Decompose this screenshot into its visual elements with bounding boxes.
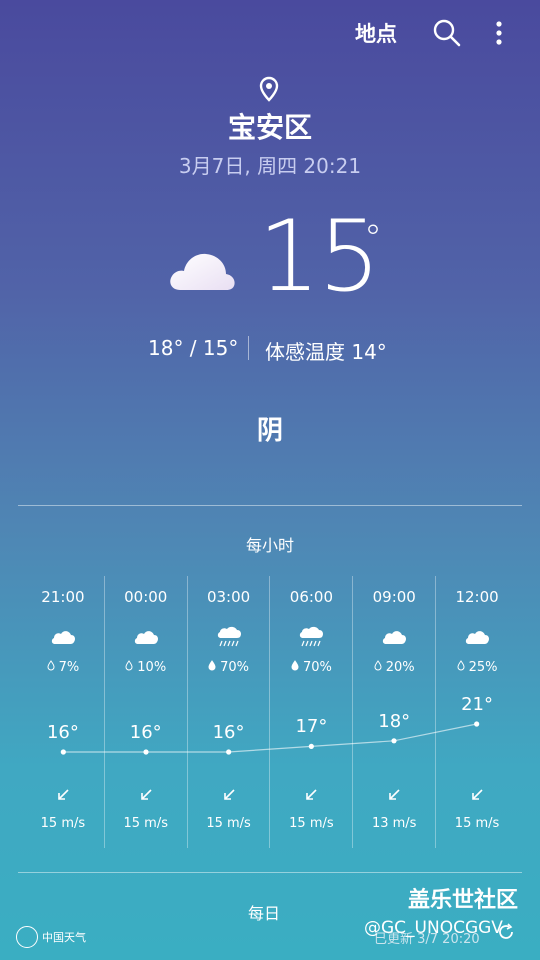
hour-temperature: 18° — [378, 710, 411, 732]
raindrop-icon — [457, 660, 465, 671]
location-pin-icon — [259, 76, 279, 102]
more-options-icon[interactable] — [488, 18, 510, 48]
weather-provider-logo: 中国天气 — [16, 926, 86, 948]
wind-speed: 15 m/s — [123, 816, 168, 831]
cloudy-icon — [464, 626, 490, 648]
hourly-title: 每小时 — [245, 536, 294, 555]
hour-time: 06:00 — [289, 588, 334, 606]
date-time: 3月7日, 周四 20:21 — [178, 154, 362, 178]
divider — [248, 336, 249, 360]
precipitation: 70% — [188, 660, 270, 675]
feels-like-temperature: 体感温度 14° — [265, 340, 387, 364]
hour-time: 03:00 — [206, 588, 251, 606]
hour-time: 00:00 — [124, 588, 168, 606]
wind-direction-icon — [58, 789, 69, 800]
daily-title: 每日 — [248, 904, 281, 923]
wind-direction-icon — [140, 789, 152, 800]
cloudy-icon — [381, 626, 407, 648]
precipitation: 20% — [353, 660, 435, 675]
hour-time: 21:00 — [41, 588, 85, 606]
precip-value: 10% — [137, 660, 167, 675]
refresh-icon[interactable] — [496, 922, 516, 942]
hourly-forecast[interactable]: 21:00 7% 16° 15 m/s 00:00 10% 16° 15 m/s 03:00 70… — [22, 576, 518, 848]
wind-speed: 15 m/s — [454, 816, 500, 831]
precipitation: 7% — [22, 660, 104, 675]
degree-symbol: ° — [364, 218, 382, 259]
watermark-site: 盖乐世社区 — [408, 888, 519, 913]
precipitation: 70% — [270, 660, 352, 675]
location-button[interactable]: 地点 — [355, 18, 397, 48]
section-divider — [18, 872, 522, 873]
raindrop-icon — [125, 660, 133, 671]
rain-icon — [216, 626, 242, 648]
hourly-item: 03:00 70% 16° 15 m/s — [186, 576, 270, 848]
wind-speed: 15 m/s — [40, 816, 86, 831]
raindrop-icon — [47, 660, 55, 671]
hourly-item: 00:00 10% 16° 15 m/s — [103, 576, 187, 848]
provider-name: 中国天气 — [42, 931, 86, 944]
raindrop-icon — [374, 660, 382, 671]
raindrop-icon — [208, 660, 216, 671]
watermark-user: @GC_UNOCGGV — [364, 918, 503, 938]
hour-temperature: 21° — [461, 694, 493, 715]
weather-condition: 阴 — [256, 416, 283, 446]
hourly-item: 06:00 70% 17° 15 m/s — [269, 576, 352, 848]
wind-direction-icon — [223, 789, 235, 800]
wind-speed: 15 m/s — [206, 816, 251, 831]
precipitation: 25% — [436, 660, 518, 675]
cloudy-icon — [50, 626, 76, 648]
precip-value: 70% — [220, 660, 250, 675]
wind-direction-icon — [389, 789, 400, 800]
provider-logo-icon — [16, 926, 38, 948]
hourly-item: 09:00 20% 18° 13 m/s — [352, 576, 435, 848]
precip-value: 25% — [468, 660, 498, 675]
cloudy-icon — [170, 253, 235, 290]
precip-value: 7% — [58, 660, 80, 675]
search-icon[interactable] — [432, 18, 462, 48]
section-divider — [18, 505, 522, 506]
precipitation: 10% — [105, 660, 187, 675]
precip-value: 70% — [302, 660, 332, 675]
hourly-item: 12:00 25% 21° 15 m/s — [435, 576, 518, 848]
hour-temperature: 16° — [46, 722, 79, 743]
hour-temperature: 16° — [212, 722, 245, 743]
rain-icon — [298, 626, 324, 648]
high-low-temperature: 18° / 15° — [148, 336, 239, 360]
current-temperature: 15 — [258, 200, 381, 314]
wind-direction-icon — [472, 789, 483, 800]
hourly-item: 21:00 7% 16° 15 m/s — [22, 576, 104, 848]
hour-temperature: 17° — [295, 716, 328, 738]
hour-time: 09:00 — [372, 588, 416, 606]
city-name: 宝安区 — [227, 111, 312, 144]
precip-value: 20% — [385, 660, 415, 675]
hour-time: 12:00 — [455, 588, 499, 606]
wind-direction-icon — [306, 789, 317, 800]
wind-speed: 15 m/s — [289, 816, 334, 831]
raindrop-icon — [291, 660, 299, 671]
cloudy-icon — [133, 626, 159, 648]
wind-speed: 13 m/s — [371, 816, 417, 831]
hour-temperature: 16° — [129, 722, 162, 743]
